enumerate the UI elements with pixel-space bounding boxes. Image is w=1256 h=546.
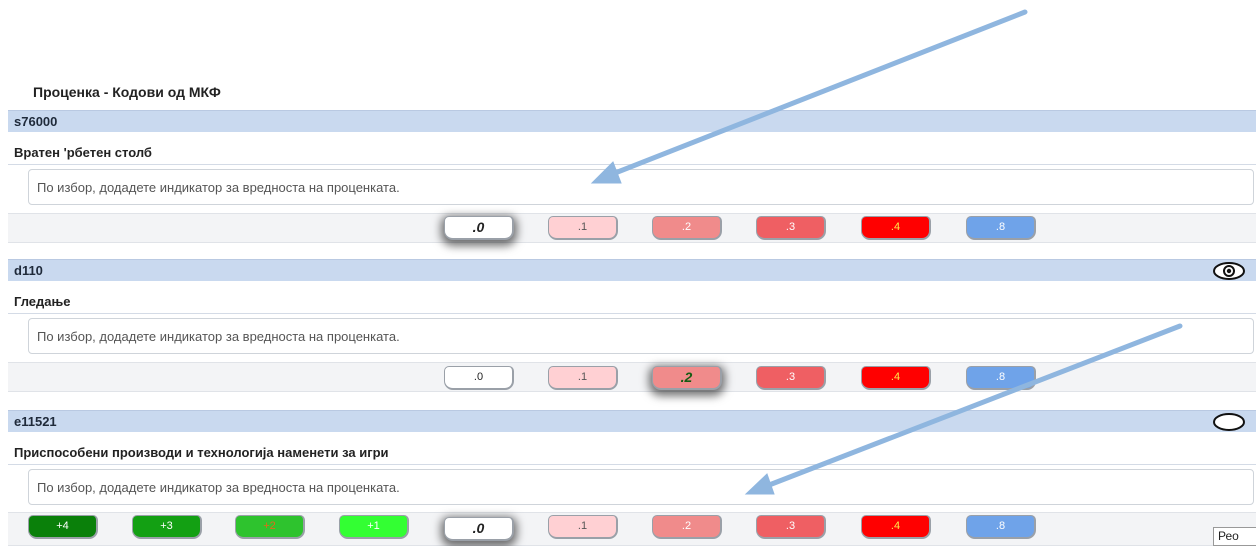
- eye-icon[interactable]: [1212, 261, 1246, 281]
- oval-icon[interactable]: [1212, 412, 1246, 432]
- qualifier-button-plus1[interactable]: +1: [339, 515, 409, 539]
- qualifier-button-plus3[interactable]: +3: [132, 515, 202, 539]
- qualifier-button-4[interactable]: .4: [861, 515, 931, 539]
- qualifier-button-0[interactable]: .0: [444, 517, 514, 541]
- qualifier-button-8[interactable]: .8: [966, 515, 1036, 539]
- divider: [8, 164, 1256, 165]
- qualifier-button-2[interactable]: .2: [652, 366, 722, 390]
- note-input[interactable]: По избор, додадете индикатор за вредност…: [28, 169, 1254, 205]
- note-input[interactable]: По избор, додадете индикатор за вредност…: [28, 469, 1254, 505]
- code-header-d110: d110: [8, 259, 1256, 281]
- qualifier-button-3[interactable]: .3: [756, 366, 826, 390]
- note-input[interactable]: По избор, додадете индикатор за вредност…: [28, 318, 1254, 354]
- qualifier-button-4[interactable]: .4: [861, 366, 931, 390]
- code-label: e11521: [14, 414, 57, 429]
- qualifier-row: +4 +3 +2 +1 .0 .1 .2 .3 .4 .8: [8, 512, 1256, 546]
- truncated-button[interactable]: Рео: [1213, 527, 1256, 546]
- qualifier-button-0[interactable]: .0: [444, 216, 514, 240]
- qualifier-button-8[interactable]: .8: [966, 216, 1036, 240]
- qualifier-button-0[interactable]: .0: [444, 366, 514, 390]
- qualifier-button-2[interactable]: .2: [652, 515, 722, 539]
- qualifier-button-3[interactable]: .3: [756, 216, 826, 240]
- note-placeholder: По избор, додадете индикатор за вредност…: [37, 180, 400, 195]
- qualifier-row: .0 .1 .2 .3 .4 .8: [8, 362, 1256, 392]
- section-title: Проценка - Кодови од МКФ: [33, 84, 221, 100]
- qualifier-button-plus2[interactable]: +2: [235, 515, 305, 539]
- qualifier-button-plus4[interactable]: +4: [28, 515, 98, 539]
- qualifier-button-1[interactable]: .1: [548, 216, 618, 240]
- qualifier-button-1[interactable]: .1: [548, 366, 618, 390]
- qualifier-button-4[interactable]: .4: [861, 216, 931, 240]
- divider: [8, 464, 1256, 465]
- code-name: Приспособени производи и технологија нам…: [14, 445, 389, 460]
- code-header-s76000: s76000: [8, 110, 1256, 132]
- code-name: Вратен 'рбетен столб: [14, 145, 152, 160]
- qualifier-button-3[interactable]: .3: [756, 515, 826, 539]
- annotation-arrow: [590, 9, 1028, 184]
- qualifier-row: .0 .1 .2 .3 .4 .8: [8, 213, 1256, 243]
- note-placeholder: По избор, додадете индикатор за вредност…: [37, 480, 400, 495]
- code-label: s76000: [14, 114, 58, 129]
- divider: [8, 313, 1256, 314]
- code-label: d110: [14, 263, 43, 278]
- qualifier-button-8[interactable]: .8: [966, 366, 1036, 390]
- code-name: Гледање: [14, 294, 71, 309]
- note-placeholder: По избор, додадете индикатор за вредност…: [37, 329, 400, 344]
- code-header-e11521: e11521: [8, 410, 1256, 432]
- qualifier-button-1[interactable]: .1: [548, 515, 618, 539]
- qualifier-button-2[interactable]: .2: [652, 216, 722, 240]
